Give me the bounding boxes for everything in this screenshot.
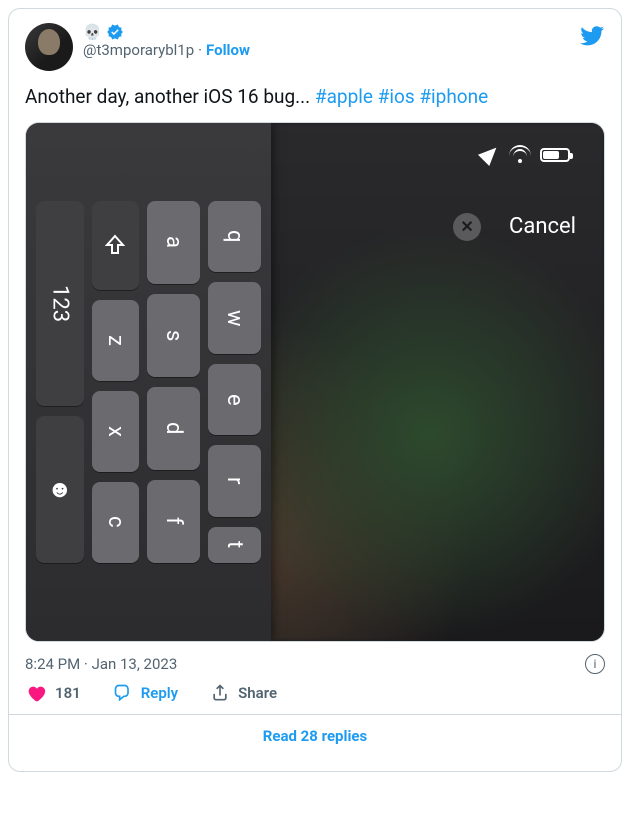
read-replies-button[interactable]: Read 28 replies [9, 714, 621, 757]
avatar[interactable] [25, 23, 73, 71]
battery-icon [540, 148, 570, 162]
separator: · [198, 41, 202, 59]
tweet-text: Another day, another iOS 16 bug... #appl… [25, 85, 605, 110]
tweet-actions: 181 Reply Share [25, 682, 605, 704]
hashtag[interactable]: #ios [378, 85, 415, 108]
key-t: t [208, 527, 261, 563]
key-e: e [208, 364, 261, 436]
verified-badge-icon [106, 23, 124, 41]
tweet-header: 💀 @t3mporarybl1p · Follow [25, 23, 605, 71]
share-label: Share [238, 684, 277, 702]
airplane-mode-icon [480, 145, 500, 165]
tweet-card: 💀 @t3mporarybl1p · Follow Another day, a… [8, 8, 622, 772]
clear-search-icon [453, 213, 481, 241]
reply-button[interactable]: Reply [113, 683, 178, 703]
follow-link[interactable]: Follow [206, 41, 250, 59]
share-button[interactable]: Share [210, 683, 277, 703]
key-x: x [92, 391, 140, 472]
key-shift [92, 201, 140, 290]
heart-icon [25, 682, 47, 704]
reply-icon [113, 683, 133, 703]
rotated-keyboard: 123 ☻ z x c a s d f q [26, 123, 271, 641]
key-q: q [208, 201, 261, 273]
key-s: s [147, 294, 200, 377]
info-icon[interactable]: i [585, 654, 605, 674]
twitter-logo-icon[interactable] [579, 23, 605, 49]
wifi-icon [510, 147, 530, 163]
timestamp[interactable]: 8:24 PM · Jan 13, 2023 [25, 655, 177, 673]
hashtag[interactable]: #iphone [419, 85, 488, 108]
key-f: f [147, 480, 200, 563]
display-name[interactable]: 💀 [83, 23, 102, 41]
tweet-body: Another day, another iOS 16 bug... [25, 85, 315, 108]
key-123: 123 [36, 201, 84, 406]
key-z: z [92, 300, 140, 381]
key-a: a [147, 201, 200, 284]
cancel-button: Cancel [509, 214, 576, 239]
like-count: 181 [55, 684, 81, 702]
handle[interactable]: @t3mporarybl1p [83, 41, 194, 59]
reply-label: Reply [141, 684, 178, 702]
hashtag[interactable]: #apple [315, 85, 373, 108]
key-r: r [208, 445, 261, 517]
key-w: w [208, 282, 261, 354]
key-d: d [147, 387, 200, 470]
key-c: c [92, 482, 140, 563]
share-icon [210, 683, 230, 703]
embedded-screenshot[interactable]: 11:22 Cancel 123 ☻ [25, 122, 605, 642]
key-emoji: ☻ [36, 416, 84, 563]
like-button[interactable]: 181 [25, 682, 81, 704]
